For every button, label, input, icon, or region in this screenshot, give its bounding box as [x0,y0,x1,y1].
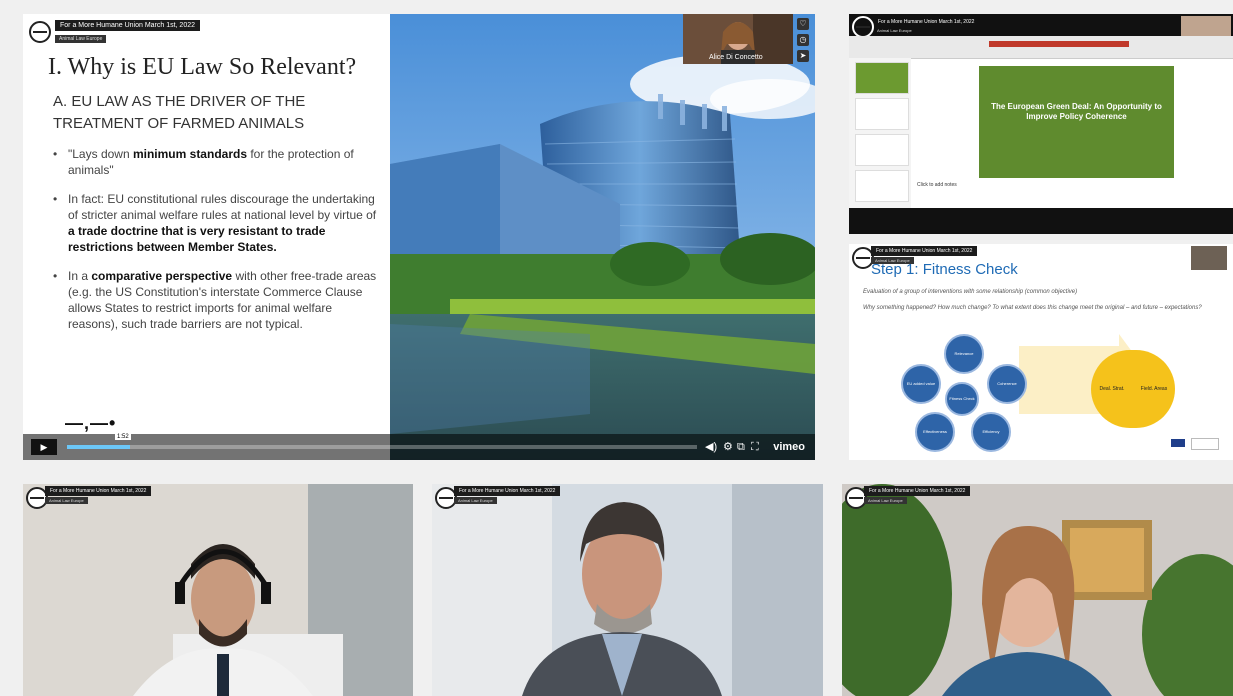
speaker-thumbnail [1181,16,1231,38]
vimeo-logo[interactable]: vimeo [773,439,805,455]
settings-icon[interactable]: ⚙ [723,439,733,455]
slide-bullet-list: "Lays down minimum standards for the pro… [53,146,378,345]
slide-thumbnail[interactable] [855,98,909,130]
diagram-node: Coherence [987,364,1027,404]
slide-heading: Step 1: Fitness Check [871,261,1018,278]
progress-bar[interactable] [67,445,697,449]
eu-flag-icon [1171,439,1185,447]
ribbon-highlight [989,41,1129,47]
notes-placeholder[interactable]: Click to add notes [917,182,957,188]
time-display: 1:52 [115,434,131,440]
event-title: For a More Humane Union March 1st, 2022 [454,486,561,496]
app-ribbon [849,36,1233,59]
event-title: For a More Humane Union March 1st, 2022 [878,19,975,25]
diagram-center-node: Fitness Check [945,382,979,416]
slide-heading: I. Why is EU Law So Relevant? [48,54,357,80]
participant-video-2[interactable]: For a More Humane Union March 1st, 2022 … [432,484,823,696]
event-title: For a More Humane Union March 1st, 2022 [871,246,978,256]
fullscreen-icon[interactable]: ⛶ [751,439,759,455]
slide-text-panel: For a More Humane Union March 1st, 2022 … [23,14,390,460]
slide-bullet: In a comparative perspective with other … [53,268,378,332]
player-side-icons: ♡ ◷ ➤ [797,18,811,66]
slide-footer-logo: —,—• [65,413,117,433]
share-icon[interactable]: ➤ [797,50,809,62]
play-button[interactable]: ▶ [31,439,57,455]
diagram-node: EU added value [901,364,941,404]
event-title: For a More Humane Union March 1st, 2022 [864,486,971,496]
diagram-node: Effectiveness [915,412,955,452]
slide-thumbnail[interactable] [855,62,909,94]
diagram-node: Efficiency [971,412,1011,452]
event-logo [29,21,51,43]
slide-subheading: A. EU LAW AS THE DRIVER OF THE TREATMENT… [53,93,306,132]
slide-bullet: "Lays down minimum standards for the pro… [53,146,378,178]
event-logo [852,16,874,38]
diagram-node: Relevance [944,334,984,374]
participant-image [842,484,1233,696]
speaker-thumbnail [1191,246,1227,270]
screen-share-tile-fitness-check[interactable]: For a More Humane Union March 1st, 2022 … [849,244,1233,460]
slide-bullet: In fact: EU constitutional rules discour… [53,191,378,255]
clock-icon[interactable]: ◷ [797,34,809,46]
window-titlebar: For a More Humane Union March 1st, 2022 … [849,14,1233,38]
screen-share-tile-powerpoint[interactable]: For a More Humane Union March 1st, 2022 … [849,14,1233,234]
event-subtitle: Animal Law Europe [45,497,88,504]
participant-image [23,484,413,696]
parliament-building-image [390,14,815,460]
result-right: Field. Areas [1133,350,1175,428]
slide-thumbnails-panel [849,58,911,208]
slide-thumbnail[interactable] [855,170,909,202]
taskbar [849,208,1233,234]
main-video-tile[interactable]: For a More Humane Union March 1st, 2022 … [23,14,815,460]
slide-thumbnail[interactable] [855,134,909,166]
event-title: For a More Humane Union March 1st, 2022 [55,20,201,31]
event-subtitle: Animal Law Europe [864,497,907,504]
event-subtitle: Animal Law Europe [454,497,497,504]
slide-title: The European Green Deal: An Opportunity … [991,102,1162,121]
event-subtitle: Animal Law Europe [55,35,107,43]
progress-fill [67,445,130,449]
slide-bullet: Why something happened? How much change?… [863,305,1202,311]
presenter-pip-video[interactable]: Alice Di Concetto [683,14,793,64]
participant-video-1[interactable]: For a More Humane Union March 1st, 2022 … [23,484,413,696]
participant-video-3[interactable]: For a More Humane Union March 1st, 2022 … [842,484,1233,696]
footer-logo [1191,438,1219,450]
pip-icon[interactable]: ⧉ [737,439,745,455]
current-slide: The European Green Deal: An Opportunity … [979,66,1174,178]
like-icon[interactable]: ♡ [797,18,809,30]
event-title: For a More Humane Union March 1st, 2022 [45,486,152,496]
slide-bullet: Evaluation of a group of interventions w… [863,289,1078,295]
event-subtitle: Animal Law Europe [877,28,912,33]
video-player-controls: ▶ 1:52 ◀) ⚙ ⧉ ⛶ vimeo [23,434,815,460]
volume-icon[interactable]: ◀) [705,439,717,455]
presenter-name-label: Alice Di Concetto [709,54,763,61]
participant-image [432,484,823,696]
